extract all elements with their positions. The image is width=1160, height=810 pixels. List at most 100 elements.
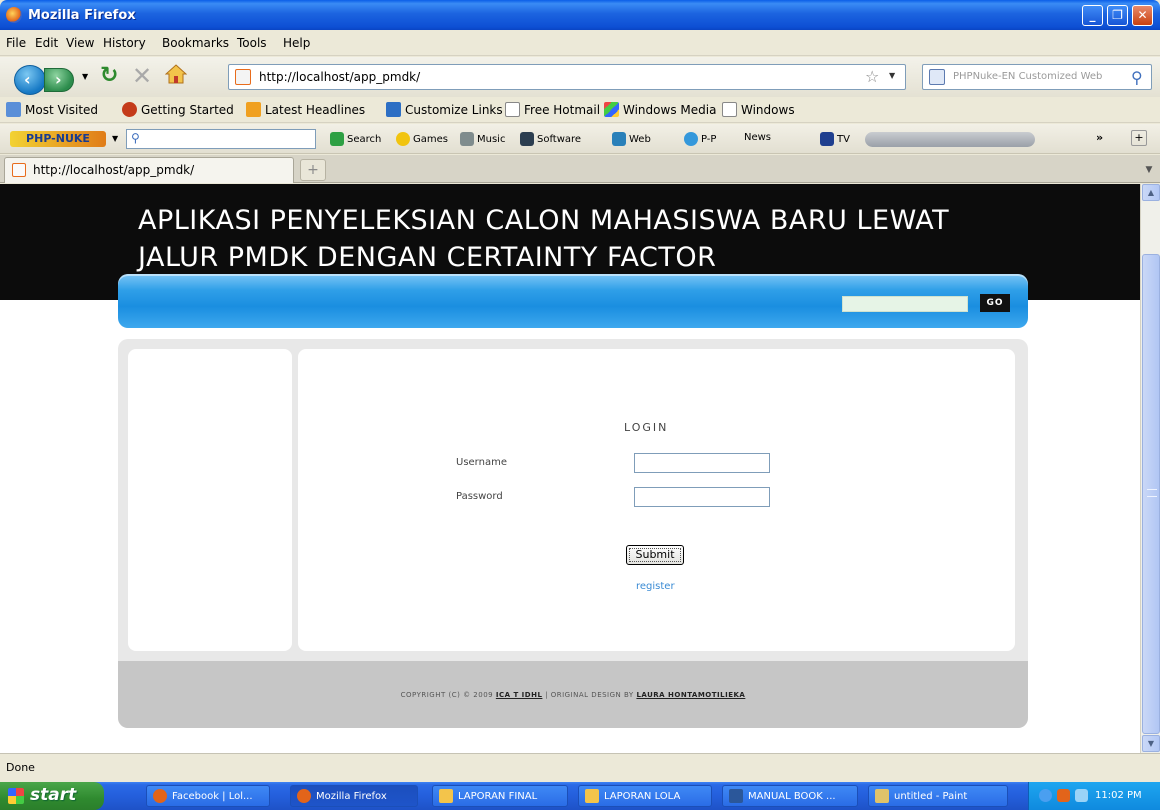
task-laporan-final[interactable]: LAPORAN FINAL [432,785,568,807]
minimize-button[interactable]: _ [1082,5,1103,26]
scroll-down-arrow-icon[interactable]: ▼ [1142,735,1160,752]
custom-toolbar: PHP-NUKE ▼ ⚲ Search Games Music Software… [0,124,1160,154]
back-button[interactable]: ‹ [14,65,46,95]
toolbar-search-input[interactable]: ⚲ [126,129,316,149]
site-search-input[interactable] [842,296,968,312]
password-field[interactable] [634,487,770,507]
search-bar[interactable]: PHPNuke-EN Customized Web ⚲ [922,64,1152,90]
home-icon[interactable] [165,64,187,84]
copyright-prefix: COPYRIGHT (C) © 2009 [400,691,494,699]
magnifier-icon[interactable]: ⚲ [1131,68,1143,87]
status-bar: Done [0,753,1160,781]
tab-active[interactable]: http://localhost/app_pmdk/ [4,157,294,183]
headphones-icon [460,132,474,146]
history-dropdown-icon[interactable]: ▼ [82,72,88,81]
page-title: APLIKASI PENYELEKSIAN CALON MAHASISWA BA… [138,205,950,273]
search-engine-icon[interactable] [929,69,945,85]
menu-bookmarks[interactable]: Bookmarks [162,36,229,50]
bookmark-star-icon[interactable]: ☆ [865,67,879,86]
bookmark-windows-media[interactable]: Windows Media [604,102,716,117]
bookmark-free-hotmail[interactable]: Free Hotmail [505,102,600,117]
task-paint[interactable]: untitled - Paint [868,785,1008,807]
copyright-owner-link[interactable]: ICA T IDHL [496,691,543,699]
menu-help[interactable]: Help [283,36,310,50]
windows-icon [604,102,619,117]
page-icon [505,102,520,117]
bookmark-customize-links[interactable]: Customize Links [386,102,503,117]
toolbar-item-label: Games [413,133,448,145]
system-tray: 11:02 PM [1028,782,1160,810]
reload-icon[interactable]: ↻ [100,63,118,88]
menu-file[interactable]: File [6,36,26,50]
media-player-control[interactable] [865,132,1035,147]
web-icon [612,132,626,146]
toolbar-music[interactable]: Music [460,132,505,146]
status-text: Done [6,761,35,774]
rss-icon [246,102,261,117]
content-frame: LOGIN Username Password Submit register … [118,339,1028,728]
register-link[interactable]: register [636,581,675,592]
window-title-bar[interactable]: Mozilla Firefox _ ❐ ✕ [0,0,1160,30]
sidebar-panel [128,349,292,651]
forward-button[interactable]: › [44,68,74,92]
toolbar-tv[interactable]: TV [820,132,850,146]
tab-bar: http://localhost/app_pmdk/ + ▼ [0,155,1160,183]
task-facebook[interactable]: Facebook | Lol... [146,785,270,807]
toolbar-search-button[interactable]: Search [330,132,381,146]
toolbar-item-label: Music [477,133,506,145]
url-dropdown-icon[interactable]: ▼ [889,71,895,80]
toolbar-news[interactable]: News [744,132,771,143]
toolbar-web[interactable]: Web [612,132,651,146]
bookmark-label: Customize Links [405,102,503,117]
toolbar-p2p[interactable]: P-P [684,132,716,146]
phpnuke-logo[interactable]: PHP-NUKE [10,131,106,147]
stop-icon[interactable]: ✕ [132,62,152,90]
bookmark-latest-headlines[interactable]: Latest Headlines [246,102,365,117]
toolbar-item-label: Search [347,133,382,145]
page-viewport: APLIKASI PENYELEKSIAN CALON MAHASISWA BA… [0,184,1140,753]
tab-favicon-icon [12,163,26,177]
menu-edit[interactable]: Edit [35,36,58,50]
toolbar-software[interactable]: Software [520,132,581,146]
task-mozilla-firefox[interactable]: Mozilla Firefox [290,785,418,807]
toolbar-overflow-icon[interactable]: » [1096,131,1103,144]
maximize-button[interactable]: ❐ [1107,5,1128,26]
bookmark-label: Free Hotmail [524,102,601,117]
url-bar[interactable]: http://localhost/app_pmdk/ ☆ ▼ [228,64,906,90]
tray-app-icon[interactable] [1057,789,1070,802]
bookmark-getting-started[interactable]: Getting Started [122,102,234,117]
copyright-designer-link[interactable]: LAURA HONTAMOTILIEKA [636,691,745,699]
scroll-thumb[interactable] [1142,254,1160,734]
username-field[interactable] [634,453,770,473]
menu-history[interactable]: History [103,36,146,50]
menu-tools[interactable]: Tools [237,36,267,50]
task-manual-book[interactable]: MANUAL BOOK ... [722,785,858,807]
menu-view[interactable]: View [66,36,94,50]
network-icon[interactable] [1039,789,1052,802]
magnifier-icon: ⚲ [131,131,140,145]
task-label: Mozilla Firefox [316,790,387,802]
close-button[interactable]: ✕ [1132,5,1153,26]
search-go-icon [330,132,344,146]
task-laporan-lola[interactable]: LAPORAN LOLA [578,785,712,807]
firefox-bookmark-icon [122,102,137,117]
bookmark-windows[interactable]: Windows [722,102,795,117]
clock: 11:02 PM [1095,790,1142,801]
site-search-button[interactable]: GO [980,294,1010,312]
start-button[interactable]: start [0,782,104,810]
toolbar-games[interactable]: Games [396,132,448,146]
tab-list-dropdown-icon[interactable]: ▼ [1141,159,1157,181]
scroll-up-arrow-icon[interactable]: ▲ [1142,184,1160,201]
task-label: LAPORAN LOLA [604,790,681,802]
vertical-scrollbar[interactable]: ▲ ▼ [1140,184,1160,753]
submit-button[interactable]: Submit [626,545,684,565]
new-tab-button[interactable]: + [300,159,326,181]
folder-icon [439,789,453,803]
bookmark-most-visited[interactable]: Most Visited [6,102,98,117]
monitor-icon[interactable] [1075,789,1088,802]
logo-dropdown-icon[interactable]: ▼ [112,134,118,143]
copyright-text: COPYRIGHT (C) © 2009 ICA T IDHL | ORIGIN… [118,691,1028,699]
toolbar-add-icon[interactable]: + [1131,130,1147,146]
firefox-icon [297,789,311,803]
tv-icon [820,132,834,146]
